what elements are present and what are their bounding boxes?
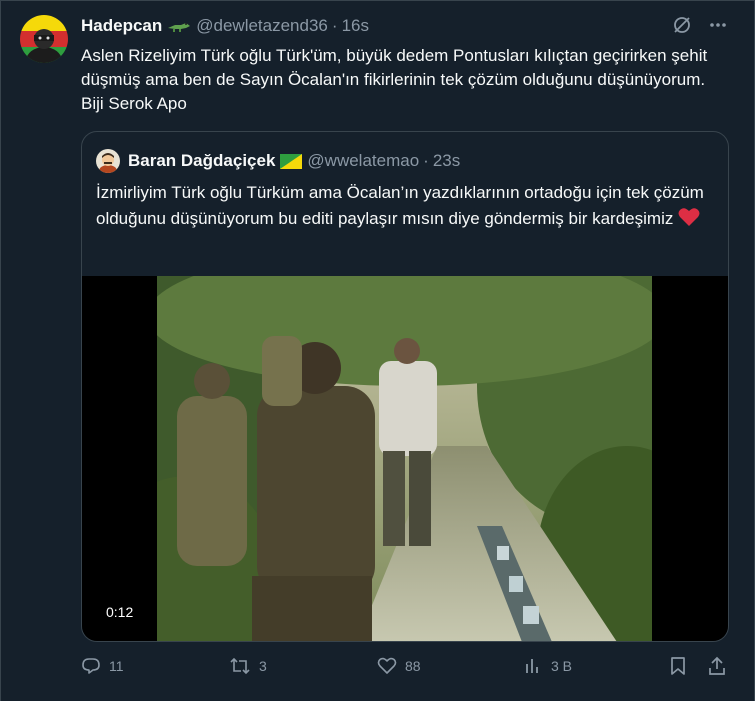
quoted-tweet-header: Baran Dağdaçiçek @wwelatemao · 23s (96, 149, 460, 173)
video-player[interactable]: 0:12 (82, 276, 728, 641)
frame-top-border (0, 0, 755, 1)
bookmark-icon (671, 657, 685, 675)
frame-left-border (0, 0, 1, 701)
reply-count: 11 (109, 658, 124, 674)
crocodile-emoji-icon (167, 19, 191, 33)
author-handle[interactable]: @dewletazend36 (196, 16, 328, 36)
quoted-tweet[interactable]: Baran Dağdaçiçek @wwelatemao · 23s İzmir… (81, 131, 729, 642)
video-thumbnail (157, 276, 652, 641)
author-name[interactable]: Hadepcan (81, 16, 162, 36)
more-options-icon[interactable] (707, 14, 729, 36)
retweet-count: 3 (259, 658, 267, 674)
reply-button[interactable]: 11 (81, 656, 124, 676)
flag-emoji-icon (280, 153, 303, 169)
heart-emoji-icon (678, 206, 700, 232)
share-button[interactable] (707, 656, 735, 676)
grok-icon[interactable] (671, 14, 693, 36)
bookmark-button[interactable] (669, 656, 695, 676)
separator-dot: · (331, 16, 338, 35)
heart-icon (377, 657, 397, 674)
avatar[interactable] (20, 15, 68, 63)
quoted-author-name[interactable]: Baran Dağdaçiçek (128, 151, 275, 171)
quoted-tweet-time[interactable]: 23s (433, 151, 460, 171)
quoted-avatar[interactable] (96, 149, 120, 173)
tweet-top-actions (671, 14, 729, 36)
tweet-header: Hadepcan @dewletazend36 · 16s (81, 16, 369, 36)
quoted-tweet-text: İzmirliyim Türk oğlu Türküm ama Öcalan’ı… (96, 180, 711, 232)
like-button[interactable]: 88 (377, 656, 421, 676)
tweet-text: Aslen Rizeliyim Türk oğlu Türk'üm, büyük… (81, 46, 708, 113)
separator-dot: · (423, 151, 429, 170)
retweet-icon (230, 657, 250, 675)
video-duration: 0:12 (100, 602, 140, 622)
share-icon (709, 656, 725, 675)
quoted-author-handle[interactable]: @wwelatemao (307, 151, 419, 171)
retweet-button[interactable]: 3 (229, 656, 267, 676)
views-count: 3 B (551, 658, 573, 674)
like-count: 88 (405, 658, 421, 674)
reply-icon (82, 658, 100, 674)
tweet-time[interactable]: 16s (342, 16, 369, 36)
analytics-icon (526, 659, 538, 673)
tweet-actions: 11 3 88 3 B (81, 656, 731, 682)
views-button[interactable]: 3 B (523, 656, 572, 676)
quoted-tweet-text-body: İzmirliyim Türk oğlu Türküm ama Öcalan’ı… (96, 183, 704, 228)
